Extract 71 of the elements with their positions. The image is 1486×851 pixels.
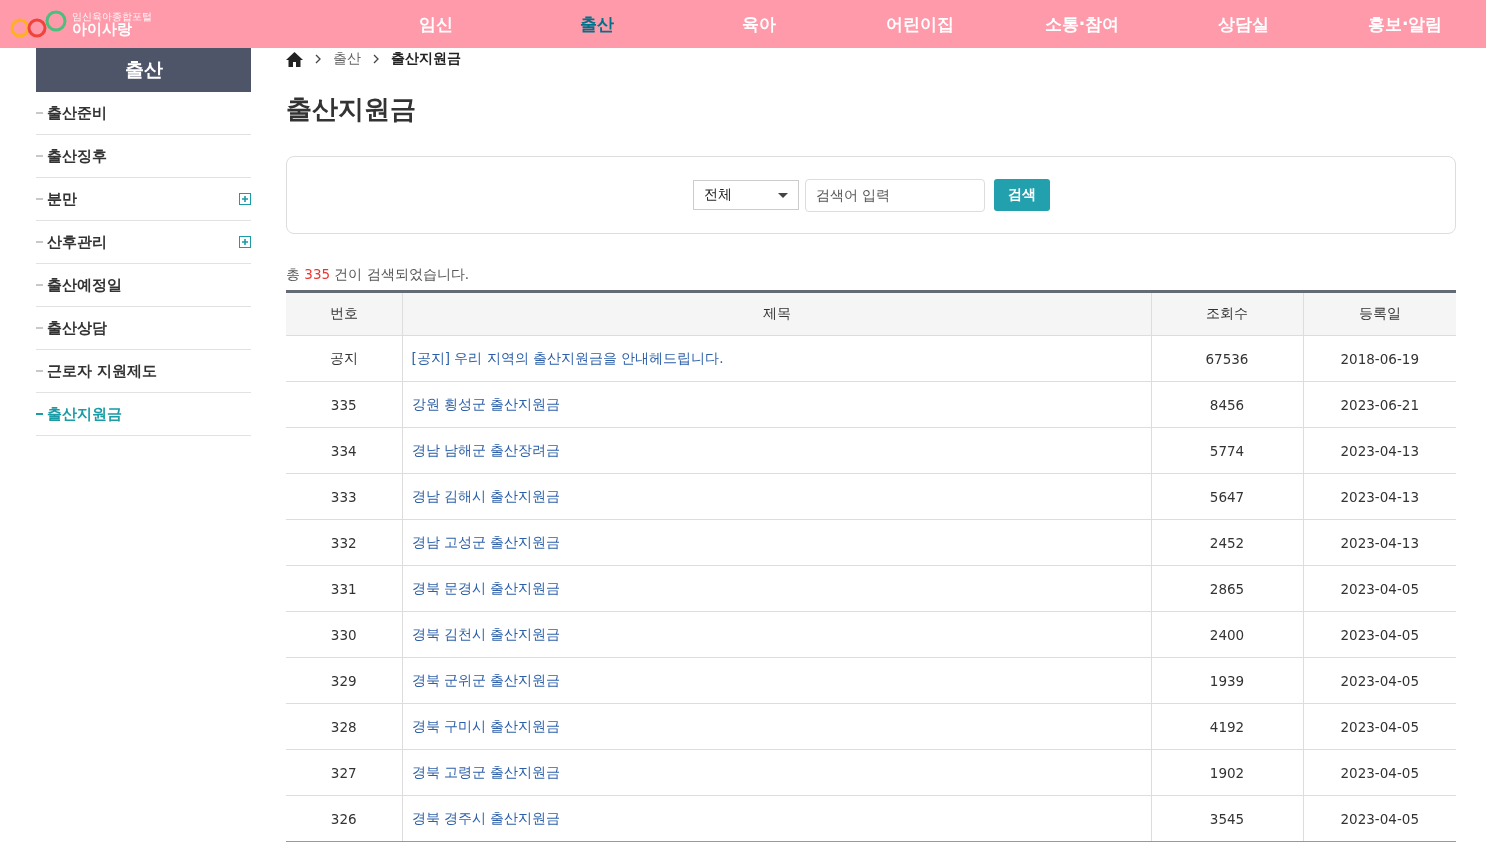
table-cell: 333 [286,473,402,520]
logo-tagline: 임신육아종합포털 [72,11,152,22]
sidebar-item[interactable]: 출산지원금 [36,393,251,436]
table-cell: 327 [286,749,402,796]
table-cell: 1902 [1151,749,1303,796]
post-title-link[interactable]: 경북 문경시 출산지원금 [411,579,561,596]
column-header: 제목 [402,291,1151,336]
table-cell: 2023-04-05 [1303,703,1456,750]
column-header: 번호 [286,291,402,336]
table-cell: 330 [286,611,402,658]
table-cell: 331 [286,565,402,612]
home-icon[interactable] [286,51,303,67]
table-cell: 공지 [286,335,402,382]
table-cell: 2023-04-05 [1303,795,1456,842]
table-cell: 8456 [1151,381,1303,428]
table-cell: 2023-06-21 [1303,381,1456,428]
sidebar-item[interactable]: 출산상담 [36,307,251,350]
breadcrumb-current: 출산지원금 [391,50,461,68]
page-title: 출산지원금 [286,93,417,126]
post-title-link[interactable]: 경북 구미시 출산지원금 [411,717,561,734]
post-title-link[interactable]: [공지] 우리 지역의 출산지원금을 안내헤드립니다. [411,349,724,366]
sidebar-item[interactable]: 출산준비 [36,92,251,135]
table-cell: 328 [286,703,402,750]
post-title-link[interactable]: 경남 남해군 출산장려금 [411,441,561,458]
table-cell: 2023-04-05 [1303,657,1456,704]
table-cell: 1939 [1151,657,1303,704]
sidebar-item[interactable]: 산후관리 [36,221,251,264]
category-select[interactable]: 전체 [692,180,799,210]
post-title-link[interactable]: 경남 고성군 출산지원금 [411,533,561,550]
table-cell: 3545 [1151,795,1303,842]
table-cell: 334 [286,427,402,474]
dropdown-caret-icon [777,192,788,198]
table-cell: 2018-06-19 [1303,335,1456,382]
post-title-link[interactable]: 경북 군위군 출산지원금 [411,671,561,688]
logo-icon [10,9,68,39]
expand-icon[interactable] [239,193,251,205]
table-cell: 2023-04-05 [1303,611,1456,658]
result-summary: 총 335 건이 검색되었습니다. [286,266,470,284]
table-cell: 2865 [1151,565,1303,612]
table-cell: 4192 [1151,703,1303,750]
post-title-link[interactable]: 강원 횡성군 출산지원금 [411,395,561,412]
table-cell: 5774 [1151,427,1303,474]
sidebar-title: 출산 [36,48,251,92]
breadcrumb-link[interactable]: 출산 [333,50,361,68]
chevron-icon [315,54,321,64]
search-field[interactable]: 검색어 입력 [804,178,985,212]
post-title-link[interactable]: 경북 고령군 출산지원금 [411,763,561,780]
table-cell: 5647 [1151,473,1303,520]
column-header: 조회수 [1151,291,1303,336]
post-title-link[interactable]: 경북 경주시 출산지원금 [411,809,561,826]
table-cell: 332 [286,519,402,566]
table-cell: 2023-04-05 [1303,749,1456,796]
table-cell: 2023-04-13 [1303,427,1456,474]
table-cell: 2452 [1151,519,1303,566]
table-cell: 2400 [1151,611,1303,658]
expand-icon[interactable] [239,236,251,248]
table-cell: 335 [286,381,402,428]
sidebar-item[interactable]: 출산징후 [36,135,251,178]
chevron-icon [373,54,379,64]
column-header: 등록일 [1303,291,1456,336]
table-cell: 329 [286,657,402,704]
post-title-link[interactable]: 경남 김해시 출산지원금 [411,487,561,504]
sidebar-item[interactable]: 근로자 지원제도 [36,350,251,393]
table-cell: 67536 [1151,335,1303,382]
table-cell: 2023-04-05 [1303,565,1456,612]
sidebar-item[interactable]: 분만 [36,178,251,221]
table-cell: 2023-04-13 [1303,519,1456,566]
table-cell: 2023-04-13 [1303,473,1456,520]
sidebar-item[interactable]: 출산예정일 [36,264,251,307]
table-cell: 326 [286,795,402,842]
post-title-link[interactable]: 경북 김천시 출산지원금 [411,625,561,642]
